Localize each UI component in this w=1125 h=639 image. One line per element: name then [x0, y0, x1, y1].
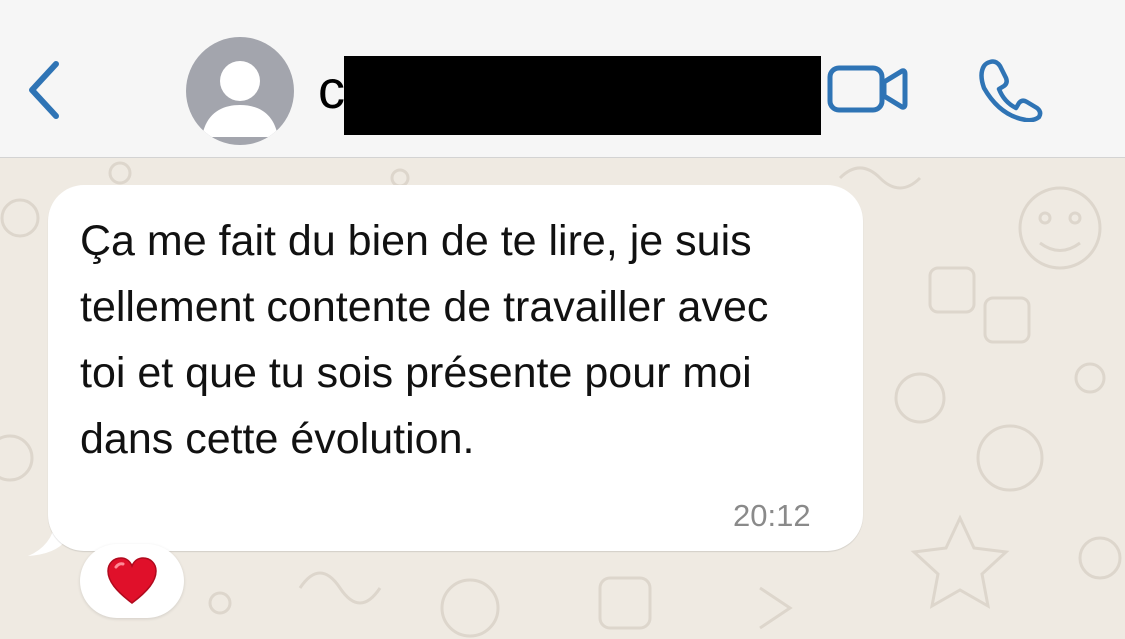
reaction-badge[interactable]	[80, 544, 184, 618]
redaction-bar	[344, 56, 821, 135]
person-icon	[202, 61, 278, 137]
message-text: Ça me fait du bien de te lire, je suis t…	[80, 217, 769, 463]
phone-icon[interactable]	[976, 56, 1044, 122]
video-camera-icon[interactable]	[826, 62, 908, 116]
back-chevron-icon[interactable]	[22, 58, 70, 122]
contact-name[interactable]: c	[318, 60, 345, 120]
contact-avatar[interactable]	[186, 37, 294, 145]
message-timestamp: 20:12	[733, 498, 811, 533]
red-heart-icon	[107, 557, 157, 604]
chat-header: c	[0, 0, 1125, 158]
